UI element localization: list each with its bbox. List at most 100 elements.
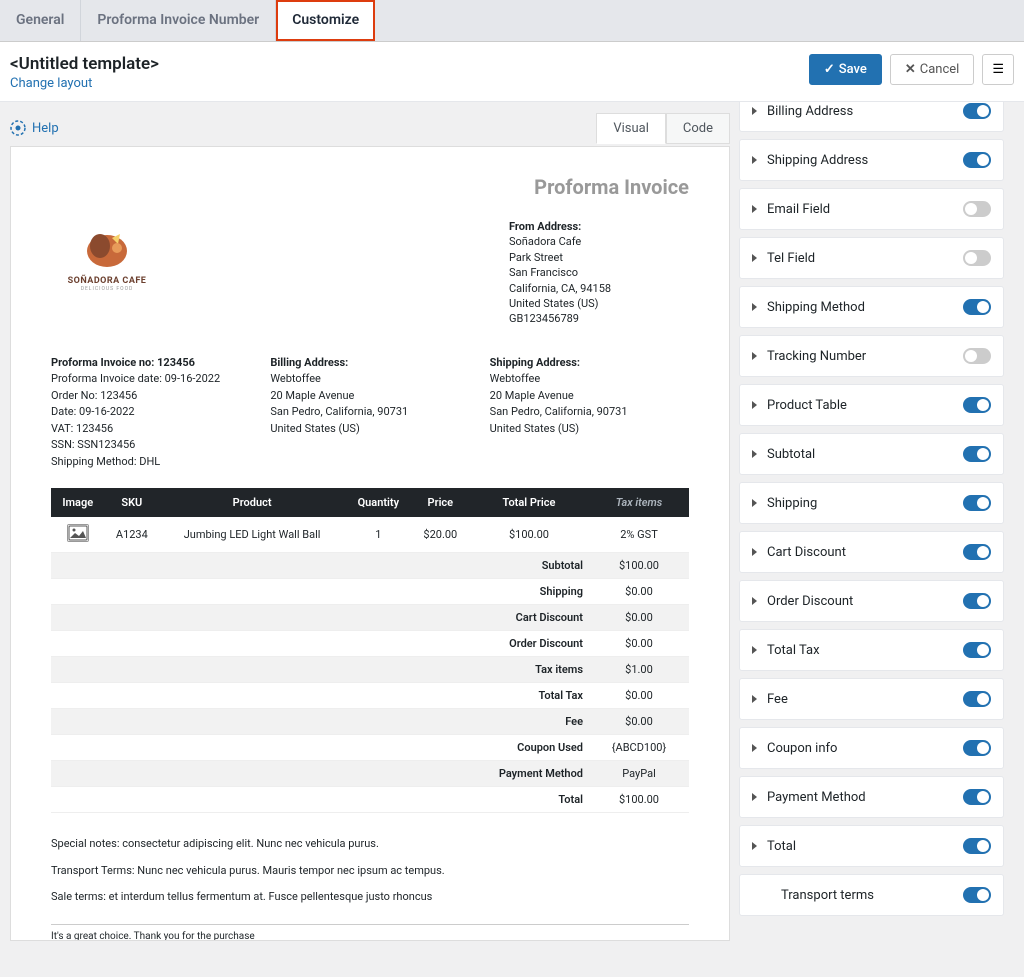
option-label: Transport terms: [781, 888, 874, 903]
option-transport-terms[interactable]: Transport terms: [739, 874, 1004, 916]
option-label: Subtotal: [767, 447, 815, 462]
option-shipping-address[interactable]: Shipping Address: [739, 139, 1004, 181]
sale-terms: Sale terms: et interdum tellus fermentum…: [51, 884, 689, 910]
caret-icon: [752, 352, 757, 360]
option-order-discount[interactable]: Order Discount: [739, 580, 1004, 622]
option-label: Product Table: [767, 398, 847, 413]
visual-tab[interactable]: Visual: [596, 113, 666, 144]
option-shipping-method[interactable]: Shipping Method: [739, 286, 1004, 328]
option-tel-field[interactable]: Tel Field: [739, 237, 1004, 279]
tab-general[interactable]: General: [0, 0, 81, 41]
toggle[interactable]: [963, 887, 991, 903]
billing-address: Billing Address: Webtoffee 20 Maple Aven…: [270, 355, 469, 471]
template-canvas: Proforma Invoice SOÑADORA CAFE DELICIOUS…: [10, 146, 730, 941]
code-tab[interactable]: Code: [666, 113, 730, 144]
option-fee[interactable]: Fee: [739, 678, 1004, 720]
table-row: A1234Jumbing LED Light Wall Ball1$20.00$…: [51, 517, 689, 553]
page-header: <Untitled template> Change layout ✓ Save…: [0, 42, 1024, 102]
toggle[interactable]: [963, 103, 991, 119]
caret-icon: [752, 548, 757, 556]
company-logo: SOÑADORA CAFE DELICIOUS FOOD: [51, 219, 163, 299]
toggle[interactable]: [963, 250, 991, 266]
option-label: Order Discount: [767, 594, 853, 609]
transport-terms: Transport Terms: Nunc nec vehicula purus…: [51, 858, 689, 884]
option-label: Cart Discount: [767, 545, 846, 560]
option-billing-address[interactable]: Billing Address: [739, 102, 1004, 132]
shipping-address: Shipping Address: Webtoffee 20 Maple Ave…: [490, 355, 689, 471]
logo-sub: DELICIOUS FOOD: [81, 286, 134, 292]
option-total[interactable]: Total: [739, 825, 1004, 867]
option-label: Total: [767, 839, 796, 854]
hamburger-icon: ☰: [992, 62, 1004, 77]
caret-icon: [752, 205, 757, 213]
tab-customize[interactable]: Customize: [276, 0, 375, 41]
caret-icon: [752, 597, 757, 605]
special-notes: Special notes: consectetur adipiscing el…: [51, 831, 689, 857]
from-address: From Address: Soñadora Cafe Park Street …: [509, 219, 689, 327]
invoice-title: Proforma Invoice: [51, 175, 689, 199]
toggle[interactable]: [963, 789, 991, 805]
toggle[interactable]: [963, 642, 991, 658]
toggle[interactable]: [963, 544, 991, 560]
caret-icon: [752, 793, 757, 801]
toggle[interactable]: [963, 838, 991, 854]
toggle[interactable]: [963, 201, 991, 217]
cancel-label: Cancel: [920, 62, 960, 77]
option-payment-method[interactable]: Payment Method: [739, 776, 1004, 818]
option-cart-discount[interactable]: Cart Discount: [739, 531, 1004, 573]
option-label: Tel Field: [767, 251, 815, 266]
option-product-table[interactable]: Product Table: [739, 384, 1004, 426]
option-label: Shipping Method: [767, 300, 865, 315]
option-label: Email Field: [767, 202, 830, 217]
cancel-button[interactable]: ✕ Cancel: [890, 54, 974, 85]
thanks-note: It's a great choice. Thank you for the p…: [51, 924, 689, 941]
caret-icon: [752, 499, 757, 507]
menu-button[interactable]: ☰: [982, 54, 1014, 85]
logo-name: SOÑADORA CAFE: [68, 276, 147, 286]
save-button[interactable]: ✓ Save: [809, 54, 882, 85]
caret-icon: [752, 842, 757, 850]
caret-icon: [752, 401, 757, 409]
save-label: Save: [839, 62, 867, 77]
option-label: Shipping Address: [767, 153, 868, 168]
image-icon: [67, 524, 89, 542]
template-title: <Untitled template>: [10, 54, 159, 74]
product-table: ImageSKUProductQuantityPriceTotal PriceT…: [51, 488, 689, 813]
toggle[interactable]: [963, 740, 991, 756]
toggle[interactable]: [963, 593, 991, 609]
option-label: Payment Method: [767, 790, 866, 805]
toggle[interactable]: [963, 691, 991, 707]
help-link[interactable]: Help: [10, 120, 59, 136]
toggle[interactable]: [963, 495, 991, 511]
caret-icon: [752, 450, 757, 458]
tab-proforma-number[interactable]: Proforma Invoice Number: [81, 0, 276, 41]
toggle[interactable]: [963, 152, 991, 168]
option-label: Shipping: [767, 496, 817, 511]
caret-icon: [752, 695, 757, 703]
help-icon: [10, 120, 26, 136]
option-email-field[interactable]: Email Field: [739, 188, 1004, 230]
option-label: Coupon info: [767, 741, 837, 756]
option-label: Tracking Number: [767, 349, 866, 364]
option-shipping[interactable]: Shipping: [739, 482, 1004, 524]
toggle[interactable]: [963, 299, 991, 315]
caret-icon: [752, 156, 757, 164]
caret-icon: [752, 303, 757, 311]
options-panel[interactable]: Billing Address Shipping Address Email Fie…: [730, 102, 1013, 922]
invoice-meta: Proforma Invoice no: 123456 Proforma Inv…: [51, 355, 250, 471]
tab-bar: General Proforma Invoice Number Customiz…: [0, 0, 1024, 42]
option-subtotal[interactable]: Subtotal: [739, 433, 1004, 475]
toggle[interactable]: [963, 397, 991, 413]
caret-icon: [752, 107, 757, 115]
toggle[interactable]: [963, 348, 991, 364]
caret-icon: [752, 254, 757, 262]
toggle[interactable]: [963, 446, 991, 462]
option-label: Billing Address: [767, 104, 853, 119]
caret-icon: [752, 646, 757, 654]
help-label: Help: [32, 121, 59, 136]
option-coupon-info[interactable]: Coupon info: [739, 727, 1004, 769]
option-tracking-number[interactable]: Tracking Number: [739, 335, 1004, 377]
option-total-tax[interactable]: Total Tax: [739, 629, 1004, 671]
change-layout-link[interactable]: Change layout: [10, 76, 159, 91]
caret-icon: [752, 744, 757, 752]
